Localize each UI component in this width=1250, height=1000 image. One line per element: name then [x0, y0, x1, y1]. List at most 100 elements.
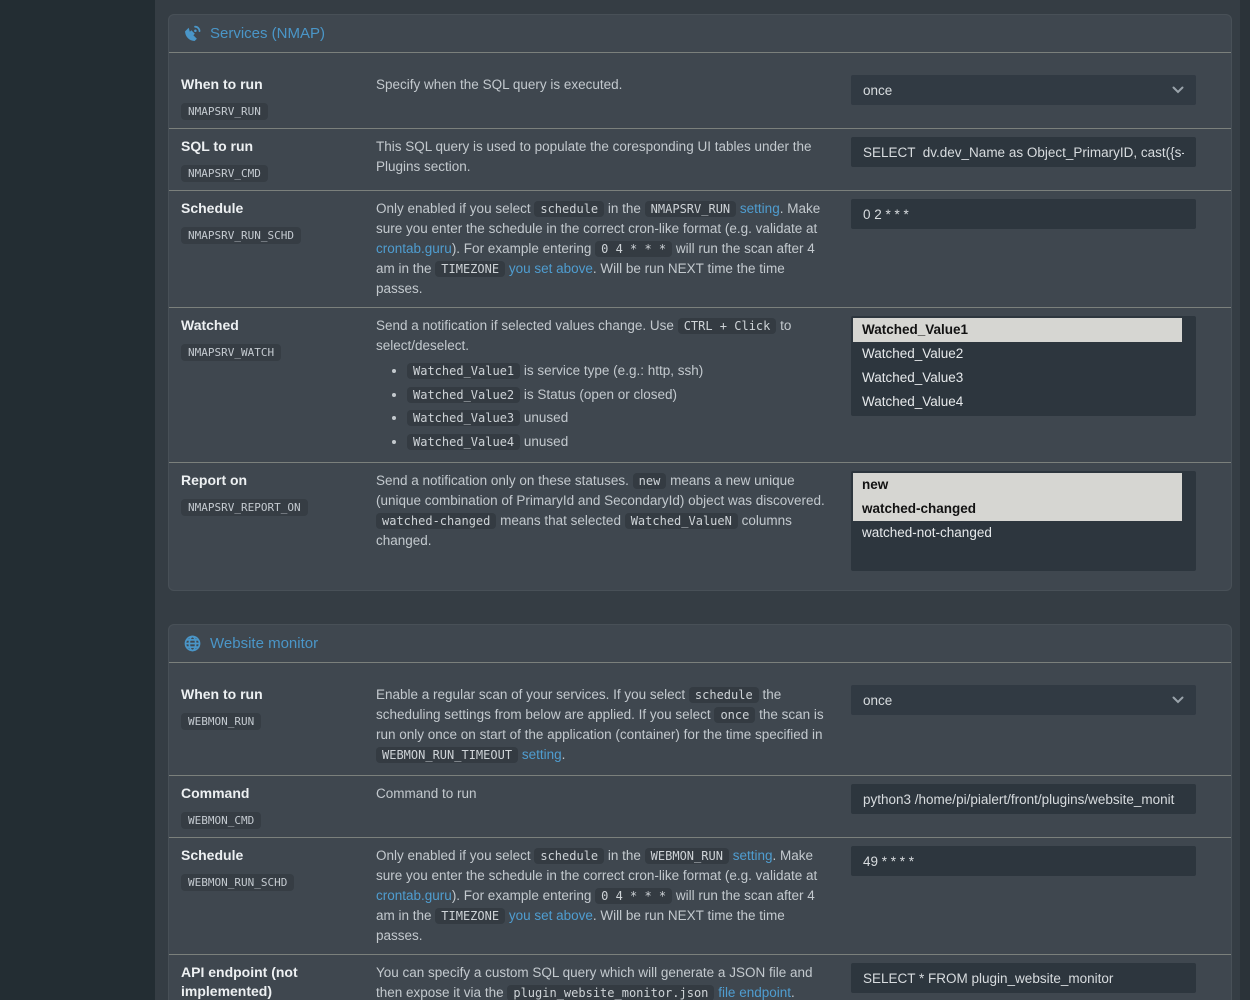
bullet-list: Watched_Value1 is service type (e.g.: ht… — [376, 360, 833, 453]
panel-body: When to run WEBMON_RUN Enable a regular sc… — [169, 663, 1231, 1000]
nmapsrv-run-schd-input[interactable] — [851, 199, 1196, 229]
nmapsrv-cmd-input[interactable] — [851, 137, 1196, 167]
inline-link[interactable]: you set above — [509, 261, 593, 276]
option-watched-value3[interactable]: Watched_Value3 — [853, 366, 1182, 390]
option-watched-changed[interactable]: watched-changed — [853, 497, 1182, 521]
inline-code: once — [714, 707, 755, 723]
bullet-item: Watched_Value4 unused — [407, 431, 833, 454]
setting-label-cell: When to run WEBMON_RUN — [181, 685, 376, 730]
setting-name: When to run — [181, 685, 362, 704]
inline-code: WEBMON_RUN — [645, 848, 729, 864]
panel-title: Services (NMAP) — [210, 25, 325, 42]
settings-row-webmon-run-schd: ScheduleWEBMON_RUN_SCHDOnly enabled if y… — [169, 837, 1231, 954]
inline-link[interactable]: file endpoint — [718, 985, 791, 1000]
inline-code: Watched_Value1 — [407, 363, 520, 379]
inline-code: new — [633, 473, 667, 489]
nmapsrv-watch-multiselect[interactable]: Watched_Value1Watched_Value2Watched_Valu… — [851, 316, 1196, 416]
setting-key-chip: NMAPSRV_REPORT_ON — [181, 499, 308, 516]
text-run: Only enabled if you select — [376, 848, 534, 863]
setting-label-cell: SQL to runNMAPSRV_CMD — [181, 137, 376, 182]
setting-control-cell: newwatched-changedwatched-not-changed — [851, 471, 1196, 571]
bullet-item: Watched_Value3 unused — [407, 407, 833, 430]
setting-key-chip: WEBMON_RUN_SCHD — [181, 874, 294, 891]
nmapsrv-run-select[interactable]: once — [851, 75, 1196, 105]
option-watched-value4[interactable]: Watched_Value4 — [853, 390, 1182, 414]
setting-name: Watched — [181, 316, 362, 335]
settings-row-nmapsrv-cmd: SQL to runNMAPSRV_CMDThis SQL query is u… — [169, 128, 1231, 190]
globe-icon — [184, 635, 201, 652]
setting-control-cell — [851, 963, 1196, 993]
setting-control-cell: once — [851, 685, 1196, 715]
inline-link[interactable]: you set above — [509, 908, 593, 923]
satellite-dish-icon — [184, 25, 201, 42]
settings-row-webmon-run: When to run WEBMON_RUN Enable a regular sc… — [169, 663, 1231, 775]
inline-link[interactable]: setting — [733, 848, 773, 863]
panel-header-website-monitor: Website monitor — [169, 625, 1231, 663]
option-new[interactable]: new — [853, 473, 1182, 497]
bullet-item: Watched_Value2 is Status (open or closed… — [407, 384, 833, 407]
setting-key-chip: NMAPSRV_CMD — [181, 165, 268, 182]
inline-code: schedule — [534, 201, 604, 217]
setting-description: Send a notification if selected values c… — [376, 316, 851, 454]
settings-row-nmapsrv-watch: Watched NMAPSRV_WATCH Send a notification … — [169, 307, 1231, 462]
settings-row-nmapsrv-run: When to runNMAPSRV_RUNSpecify when the S… — [169, 53, 1231, 128]
nmapsrv-report-on-multiselect[interactable]: newwatched-changedwatched-not-changed — [851, 471, 1196, 571]
panel-services-nmap: Services (NMAP) When to runNMAPSRV_RUNSp… — [168, 14, 1232, 591]
inline-link[interactable]: setting — [740, 201, 780, 216]
settings-row-webmon-api-sql: API endpoint (not implemented)WEBMON_API… — [169, 954, 1231, 1000]
text-run: Enable a regular scan of your services. … — [376, 687, 689, 702]
setting-key-chip: WEBMON_RUN — [181, 713, 261, 730]
text-run: in the — [604, 201, 645, 216]
webmon-api-sql-input[interactable] — [851, 963, 1196, 993]
text-run: . — [791, 985, 795, 1000]
inline-code: schedule — [534, 848, 604, 864]
inline-code: WEBMON_RUN_TIMEOUT — [376, 747, 518, 763]
text-run: Command to run — [376, 786, 477, 801]
setting-label-cell: ScheduleWEBMON_RUN_SCHD — [181, 846, 376, 891]
setting-label-cell: Report onNMAPSRV_REPORT_ON — [181, 471, 376, 516]
webmon-run-select[interactable]: once — [851, 685, 1196, 715]
setting-control-cell: Watched_Value1Watched_Value2Watched_Valu… — [851, 316, 1196, 416]
inline-code: Watched_Value2 — [407, 387, 520, 403]
text-run: is Status (open or closed) — [520, 387, 677, 402]
text-run: . — [562, 747, 566, 762]
setting-description: You can specify a custom SQL query which… — [376, 963, 851, 1000]
setting-description: Only enabled if you select schedule in t… — [376, 846, 851, 946]
setting-control-cell: once — [851, 75, 1196, 105]
inline-code: Watched_ValueN — [625, 513, 738, 529]
bullet-item: Watched_Value1 is service type (e.g.: ht… — [407, 360, 833, 383]
setting-label-cell: ScheduleNMAPSRV_RUN_SCHD — [181, 199, 376, 244]
inline-link[interactable]: setting — [522, 747, 562, 762]
option-watched-value2[interactable]: Watched_Value2 — [853, 342, 1182, 366]
text-run: in the — [604, 848, 645, 863]
text-run: means that selected — [496, 513, 624, 528]
setting-control-cell — [851, 784, 1196, 814]
setting-label-cell: Watched NMAPSRV_WATCH — [181, 316, 376, 361]
vertical-scrollbar[interactable] — [1240, 0, 1250, 1000]
inline-code: 0 4 * * * — [595, 241, 672, 257]
setting-key-chip: NMAPSRV_WATCH — [181, 344, 281, 361]
setting-description: This SQL query is used to populate the c… — [376, 137, 851, 177]
inline-code: plugin_website_monitor.json — [507, 985, 714, 1000]
inline-link[interactable]: crontab.guru — [376, 241, 452, 256]
text-run: unused — [520, 410, 568, 425]
option-watched-not-changed[interactable]: watched-not-changed — [853, 521, 1182, 545]
setting-control-cell — [851, 199, 1196, 229]
settings-row-nmapsrv-run-schd: ScheduleNMAPSRV_RUN_SCHDOnly enabled if … — [169, 190, 1231, 307]
webmon-cmd-input[interactable] — [851, 784, 1196, 814]
settings-row-webmon-cmd: CommandWEBMON_CMDCommand to run — [169, 775, 1231, 837]
setting-name: When to run — [181, 75, 362, 94]
settings-row-nmapsrv-report-on: Report onNMAPSRV_REPORT_ONSend a notific… — [169, 462, 1231, 590]
setting-label-cell: CommandWEBMON_CMD — [181, 784, 376, 829]
select-value: once — [863, 83, 892, 98]
sidebar — [0, 0, 155, 1000]
inline-link[interactable]: crontab.guru — [376, 888, 452, 903]
text-run: ). For example entering — [452, 888, 595, 903]
inline-code: 0 4 * * * — [595, 888, 672, 904]
option-watched-value1[interactable]: Watched_Value1 — [853, 318, 1182, 342]
inline-code: NMAPSRV_RUN — [645, 201, 736, 217]
panel-body: When to runNMAPSRV_RUNSpecify when the S… — [169, 53, 1231, 590]
webmon-run-schd-input[interactable] — [851, 846, 1196, 876]
text-run: Only enabled if you select — [376, 201, 534, 216]
setting-control-cell — [851, 846, 1196, 876]
